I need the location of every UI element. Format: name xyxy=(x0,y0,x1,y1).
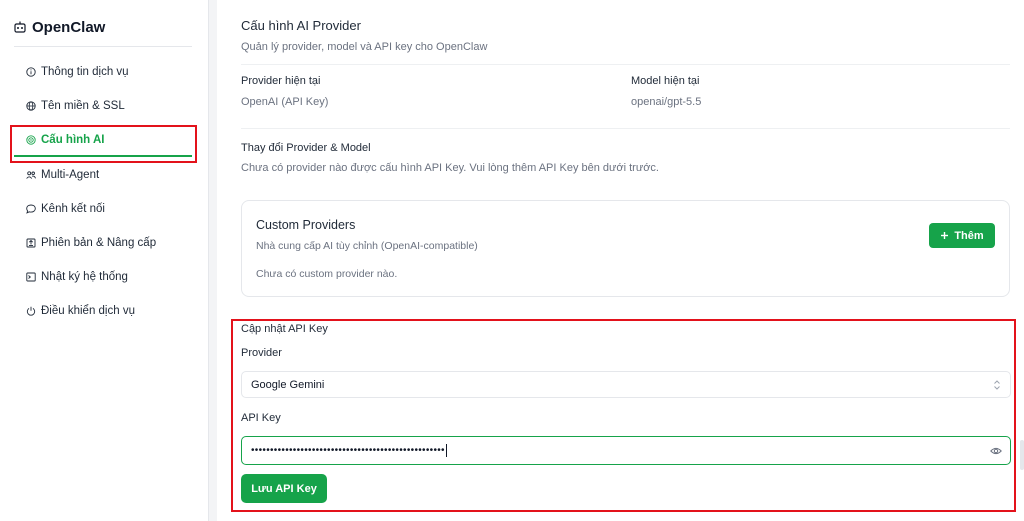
active-indicator xyxy=(14,155,192,157)
add-provider-label: Thêm xyxy=(954,229,984,242)
divider xyxy=(241,128,1010,129)
sidebar-item-service-info[interactable]: Thông tin dịch vụ xyxy=(26,63,129,81)
custom-providers-title: Custom Providers xyxy=(256,218,356,232)
save-api-key-button[interactable]: Lưu API Key xyxy=(241,474,327,503)
terminal-icon xyxy=(26,272,36,282)
sidebar-item-system-log[interactable]: Nhật ký hệ thống xyxy=(26,268,128,286)
chevron-updown-icon xyxy=(994,380,1000,390)
divider xyxy=(14,46,192,47)
scrollbar[interactable] xyxy=(1020,440,1024,470)
sidebar-item-service-control[interactable]: Điều khiển dịch vụ xyxy=(26,302,135,320)
sidebar-item-label: Tên miền & SSL xyxy=(41,100,125,112)
chat-icon xyxy=(26,204,36,214)
sidebar-item-label: Kênh kết nối xyxy=(41,203,105,215)
add-provider-button[interactable]: Thêm xyxy=(929,223,995,248)
power-icon xyxy=(26,306,36,316)
brand-name: OpenClaw xyxy=(32,18,106,36)
custom-providers-desc: Nhà cung cấp AI tùy chỉnh (OpenAI-compat… xyxy=(256,240,478,252)
globe-icon xyxy=(26,101,36,111)
sidebar: OpenClaw Thông tin dịch vụ Tên miền & SS… xyxy=(0,0,209,521)
api-key-field-label: API Key xyxy=(241,412,281,424)
api-key-value: ••••••••••••••••••••••••••••••••••••••••… xyxy=(251,445,445,456)
sidebar-item-channels[interactable]: Kênh kết nối xyxy=(26,200,105,218)
users-icon xyxy=(26,171,36,179)
plus-icon xyxy=(941,232,949,239)
package-icon xyxy=(26,238,36,248)
current-provider-value: OpenAI (API Key) xyxy=(241,96,329,108)
info-icon xyxy=(26,67,36,77)
provider-field-label: Provider xyxy=(241,347,282,359)
provider-select-value: Google Gemini xyxy=(251,378,325,391)
sidebar-item-label: Cấu hình AI xyxy=(41,134,105,146)
api-key-input[interactable]: ••••••••••••••••••••••••••••••••••••••••… xyxy=(241,436,1011,465)
sidebar-item-ai-config[interactable]: Cấu hình AI xyxy=(26,131,104,149)
text-caret xyxy=(445,444,447,457)
sidebar-item-label: Phiên bản & Nâng cấp xyxy=(41,237,157,249)
sidebar-item-multi-agent[interactable]: Multi-Agent xyxy=(26,166,99,184)
sidebar-item-version-upgrade[interactable]: Phiên bản & Nâng cấp xyxy=(26,234,156,252)
provider-select[interactable]: Google Gemini xyxy=(241,371,1011,398)
custom-providers-empty: Chưa có custom provider nào. xyxy=(256,268,398,280)
ai-icon xyxy=(26,135,36,145)
sidebar-item-label: Điều khiển dịch vụ xyxy=(41,305,135,317)
page-subtitle: Quản lý provider, model và API key cho O… xyxy=(241,41,488,53)
page-title: Cấu hình AI Provider xyxy=(241,18,361,33)
change-provider-title: Thay đổi Provider & Model xyxy=(241,142,371,154)
sidebar-item-domain-ssl[interactable]: Tên miền & SSL xyxy=(26,97,125,115)
sidebar-item-label: Multi-Agent xyxy=(41,169,100,181)
current-provider-label: Provider hiện tại xyxy=(241,75,321,87)
current-model-label: Model hiện tại xyxy=(631,75,700,87)
main-panel: Cấu hình AI Provider Quản lý provider, m… xyxy=(217,0,1024,521)
change-provider-desc: Chưa có provider nào được cấu hình API K… xyxy=(241,162,659,174)
divider xyxy=(241,64,1010,65)
sidebar-item-label: Thông tin dịch vụ xyxy=(41,66,129,78)
eye-icon[interactable] xyxy=(990,445,1002,457)
brand[interactable]: OpenClaw xyxy=(14,17,105,37)
sidebar-item-label: Nhật ký hệ thống xyxy=(41,271,128,283)
current-model-value: openai/gpt-5.5 xyxy=(631,96,702,108)
robot-icon xyxy=(14,21,26,33)
update-api-key-title: Cập nhật API Key xyxy=(241,323,328,335)
